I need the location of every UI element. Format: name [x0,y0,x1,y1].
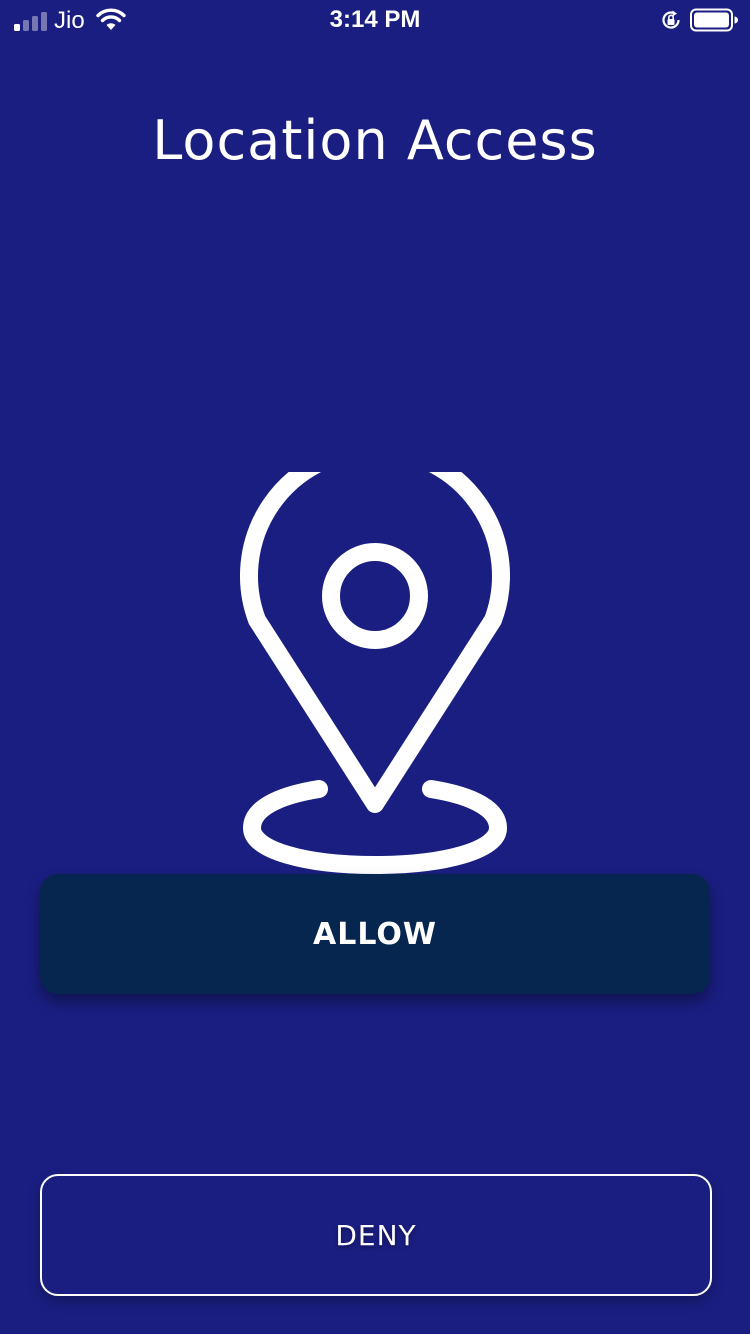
page-title: Location Access [152,109,598,172]
allow-button[interactable]: ALLOW [40,874,710,994]
status-bar: Jio 3:14 PM [0,0,750,40]
battery-icon [690,8,738,32]
status-time: 3:14 PM [329,6,421,33]
location-access-screen: Jio 3:14 PM Location Access ALLOW DENY [0,0,750,1334]
deny-button[interactable]: DENY [40,1174,712,1296]
location-pin-icon [240,472,510,875]
allow-button-label: ALLOW [313,916,437,952]
deny-button-label: DENY [335,1218,417,1252]
orientation-lock-icon [662,10,680,29]
